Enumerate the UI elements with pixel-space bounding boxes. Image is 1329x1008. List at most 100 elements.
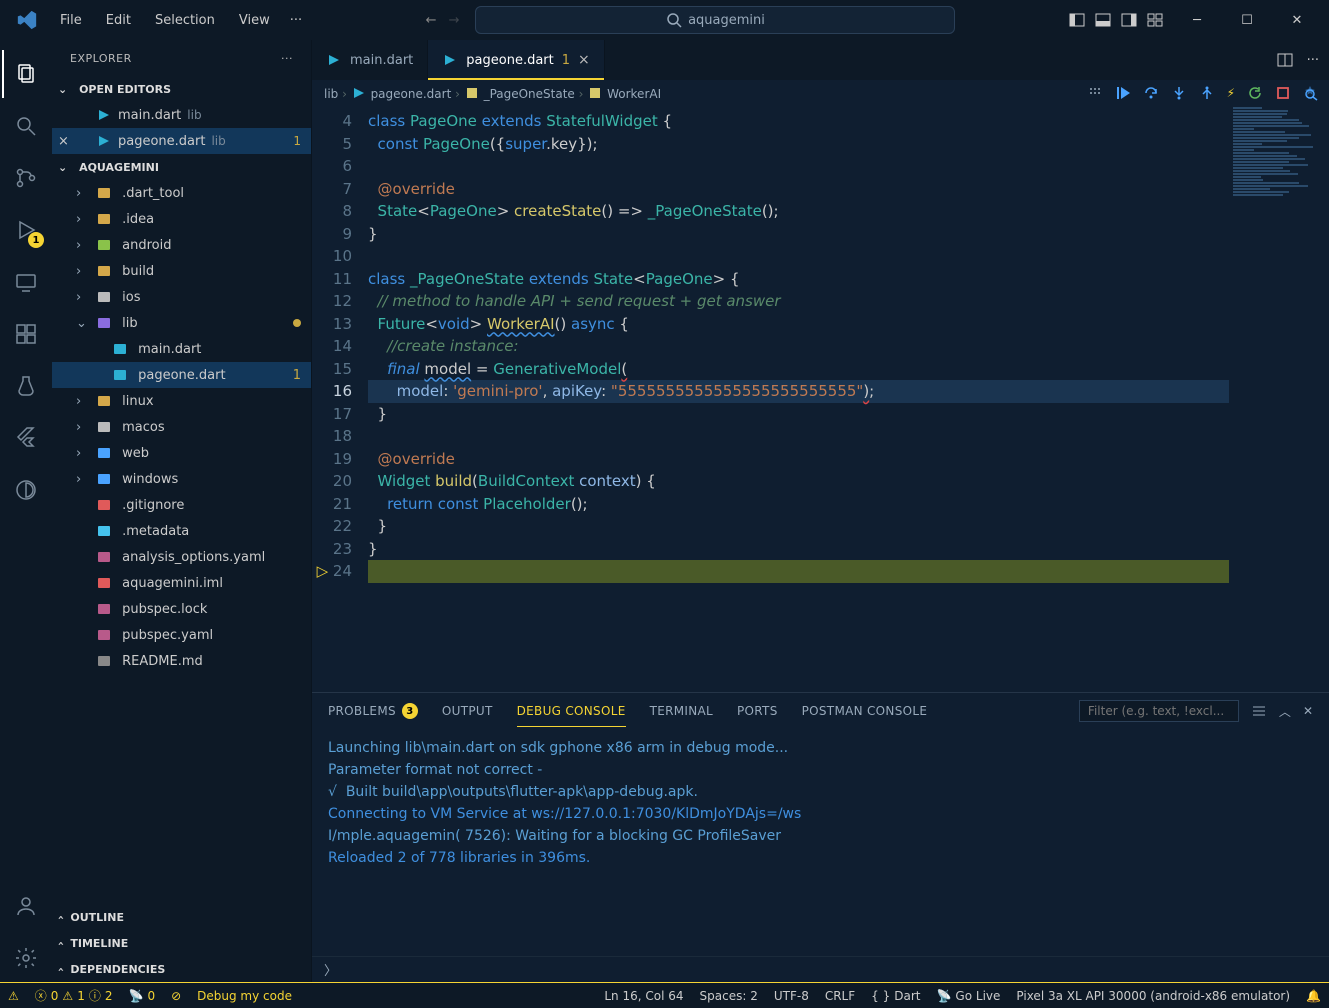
layout-bottom-icon[interactable]	[1095, 12, 1111, 28]
menu-view[interactable]: View	[229, 9, 280, 32]
restart-icon[interactable]	[1247, 85, 1263, 101]
activity-search[interactable]	[2, 102, 50, 150]
stop-icon[interactable]	[1275, 85, 1291, 101]
tab-more-icon[interactable]: ···	[1307, 53, 1319, 68]
panel-tab-problems[interactable]: PROBLEMS3	[328, 703, 418, 719]
inspector-icon[interactable]	[1303, 85, 1319, 101]
debug-console-input[interactable]: 〉	[312, 956, 1329, 982]
tree-item[interactable]: › linux	[52, 388, 311, 414]
status-debug-label[interactable]: Debug my code	[189, 989, 300, 1003]
tree-item[interactable]: aquagemini.iml	[52, 570, 311, 596]
hot-reload-icon[interactable]: ⚡	[1227, 86, 1235, 100]
tree-item[interactable]: › .dart_tool	[52, 180, 311, 206]
activity-source-control[interactable]	[2, 154, 50, 202]
tree-item[interactable]: README.md	[52, 648, 311, 674]
continue-icon[interactable]	[1115, 85, 1131, 101]
open-editor-item[interactable]: main.dart lib	[52, 102, 311, 128]
layout-right-icon[interactable]	[1121, 12, 1137, 28]
menu-overflow[interactable]: ···	[280, 9, 312, 32]
md-icon	[96, 653, 112, 669]
tree-item[interactable]: › web	[52, 440, 311, 466]
status-language[interactable]: { } Dart	[863, 989, 928, 1003]
panel-settings-icon[interactable]	[1251, 703, 1267, 719]
window-close-button[interactable]: ✕	[1277, 6, 1317, 34]
activity-flutter[interactable]	[2, 414, 50, 462]
panel-close-icon[interactable]: ✕	[1303, 704, 1313, 718]
menu-file[interactable]: File	[50, 9, 92, 32]
tree-item[interactable]: pageone.dart1	[52, 362, 311, 388]
tree-item[interactable]: › windows	[52, 466, 311, 492]
status-problems[interactable]: ⓧ 0 ⚠ 1 ⓘ 2	[27, 987, 121, 1004]
activity-explorer[interactable]	[2, 50, 50, 98]
window-minimize-button[interactable]: ─	[1177, 6, 1217, 34]
dart-icon	[96, 133, 112, 149]
panel-tab-ports[interactable]: PORTS	[737, 704, 778, 718]
tree-item[interactable]: .metadata	[52, 518, 311, 544]
activity-accounts[interactable]	[2, 882, 50, 930]
tree-item[interactable]: analysis_options.yaml	[52, 544, 311, 570]
status-remote[interactable]: ⚠	[0, 989, 27, 1003]
breadcrumb[interactable]: lib › pageone.dart › _PageOneState › Wor…	[312, 80, 1329, 106]
activity-remote[interactable]	[2, 258, 50, 306]
nav-back-icon[interactable]: ←	[426, 13, 437, 28]
editor-tab[interactable]: pageone.dart 1 ×	[428, 40, 604, 80]
status-notifications-icon[interactable]: 🔔	[1298, 989, 1329, 1003]
status-debug-toggle[interactable]: ⊘	[163, 989, 189, 1003]
layout-left-icon[interactable]	[1069, 12, 1085, 28]
folder-lib-icon	[96, 315, 112, 331]
status-indentation[interactable]: Spaces: 2	[692, 989, 766, 1003]
editor-tab[interactable]: main.dart	[312, 40, 428, 80]
tree-item[interactable]: › ios	[52, 284, 311, 310]
tree-item[interactable]: › build	[52, 258, 311, 284]
console-filter-input[interactable]	[1079, 700, 1239, 722]
step-over-icon[interactable]	[1143, 85, 1159, 101]
step-out-icon[interactable]	[1199, 85, 1215, 101]
activity-dart[interactable]	[2, 466, 50, 514]
open-editor-item[interactable]: × pageone.dart lib1	[52, 128, 311, 154]
tree-item[interactable]: pubspec.yaml	[52, 622, 311, 648]
command-center[interactable]: aquagemini	[475, 6, 955, 34]
panel-tab-postman[interactable]: POSTMAN CONSOLE	[802, 704, 928, 718]
sidebar-more-icon[interactable]: ···	[281, 52, 293, 65]
status-eol[interactable]: CRLF	[817, 989, 863, 1003]
step-into-icon[interactable]	[1171, 85, 1187, 101]
open-editors-header[interactable]: ⌄ OPEN EDITORS	[52, 76, 311, 102]
panel-tab-debug-console[interactable]: DEBUG CONSOLE	[517, 704, 626, 718]
panel-tab-terminal[interactable]: TERMINAL	[650, 704, 713, 718]
tree-item[interactable]: › android	[52, 232, 311, 258]
activity-testing[interactable]	[2, 362, 50, 410]
panel-tab-output[interactable]: OUTPUT	[442, 704, 493, 718]
tree-item[interactable]: ⌄ lib	[52, 310, 311, 336]
git-icon	[96, 497, 112, 513]
status-device[interactable]: Pixel 3a XL API 30000 (android-x86 emula…	[1008, 989, 1298, 1003]
tree-item[interactable]: › macos	[52, 414, 311, 440]
minimap[interactable]	[1229, 106, 1329, 692]
customize-layout-icon[interactable]	[1147, 12, 1163, 28]
window-maximize-button[interactable]: ☐	[1227, 6, 1267, 34]
tree-item[interactable]: main.dart	[52, 336, 311, 362]
section-dependencies[interactable]: › DEPENDENCIES	[52, 956, 311, 982]
activity-settings[interactable]	[2, 934, 50, 982]
activity-run-debug[interactable]: 1	[2, 206, 50, 254]
tab-close-icon[interactable]: ×	[578, 52, 590, 68]
status-go-live[interactable]: 📡 Go Live	[928, 989, 1008, 1003]
menu-selection[interactable]: Selection	[145, 9, 225, 32]
status-cursor-position[interactable]: Ln 16, Col 64	[596, 989, 691, 1003]
split-editor-icon[interactable]	[1277, 52, 1293, 68]
panel-maximize-icon[interactable]: ︿	[1279, 703, 1291, 720]
drag-handle-icon[interactable]	[1087, 85, 1103, 101]
close-icon[interactable]: ×	[58, 134, 69, 149]
tree-item[interactable]: .gitignore	[52, 492, 311, 518]
menu-edit[interactable]: Edit	[96, 9, 141, 32]
section-timeline[interactable]: › TIMELINE	[52, 930, 311, 956]
tree-item[interactable]: pubspec.lock	[52, 596, 311, 622]
tree-item[interactable]: › .idea	[52, 206, 311, 232]
status-encoding[interactable]: UTF-8	[766, 989, 817, 1003]
code-editor[interactable]: 4567891011121314151617181920212223▷ 24 c…	[312, 106, 1329, 692]
nav-forward-icon: →	[449, 13, 460, 28]
section-outline[interactable]: › OUTLINE	[52, 904, 311, 930]
project-header[interactable]: ⌄ AQUAGEMINI	[52, 154, 311, 180]
status-ports[interactable]: 📡 0	[120, 989, 163, 1003]
activity-extensions[interactable]	[2, 310, 50, 358]
vscode-logo-icon	[16, 9, 38, 31]
